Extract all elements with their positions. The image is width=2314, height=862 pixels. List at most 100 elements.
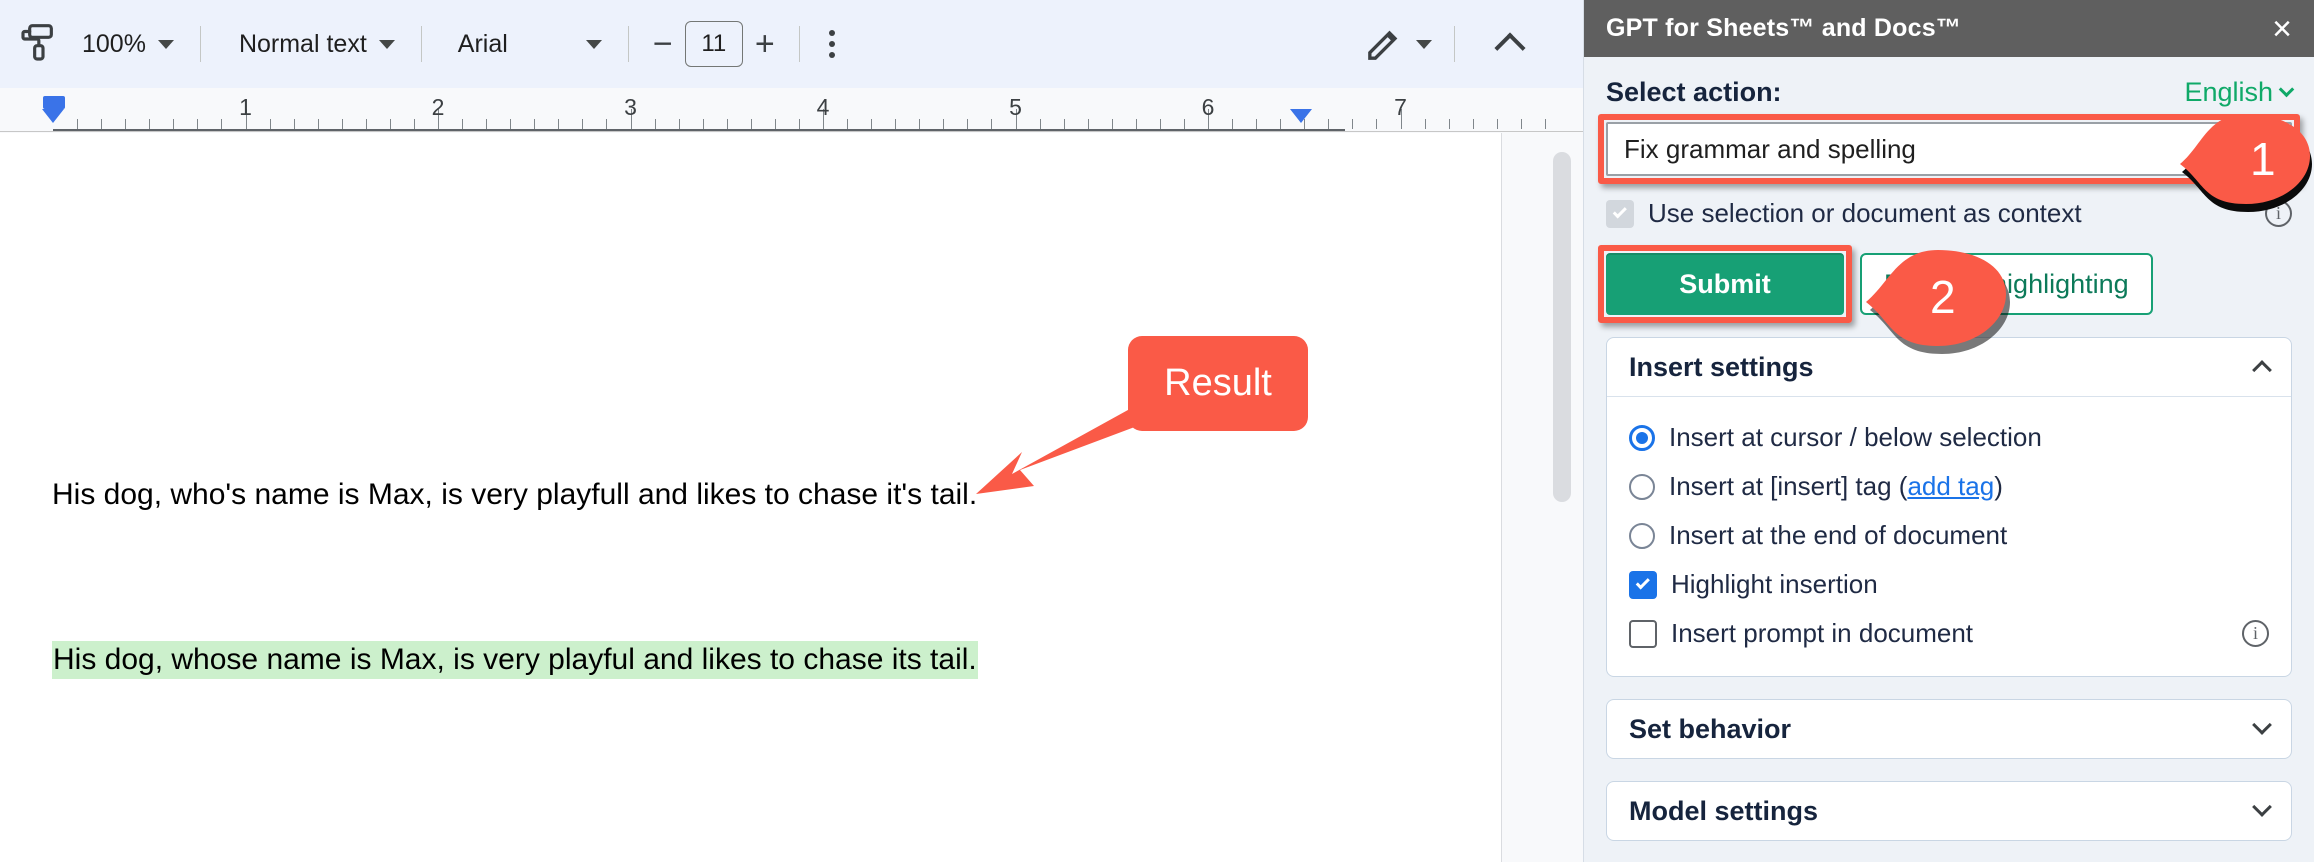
checkbox-insert-prompt[interactable] (1629, 619, 1657, 648)
option-insert-at-tag[interactable]: Insert at [insert] tag (add tag) (1629, 462, 2269, 511)
dot-icon (828, 41, 835, 47)
ruler-tick (702, 119, 704, 129)
zoom-level-button[interactable]: 100% (68, 17, 188, 71)
set-behavior-header[interactable]: Set behavior (1607, 700, 2291, 758)
badge-teardrop-icon (2180, 114, 2312, 212)
insert-settings-title: Insert settings (1629, 351, 1814, 382)
ruler-tick (341, 119, 343, 129)
decrease-font-size-button[interactable]: − (641, 17, 685, 71)
ruler-number: 2 (431, 94, 445, 120)
ruler-tick (919, 119, 921, 129)
submit-button-wrapper: Submit (1598, 245, 1852, 323)
paint-roller-icon[interactable] (8, 17, 68, 71)
ruler-tick (967, 119, 969, 129)
option-insert-at-cursor[interactable]: Insert at cursor / below selection (1629, 413, 2269, 462)
docs-toolbar: 100% Normal text Arial − 11 + (0, 0, 1583, 88)
set-behavior-card: Set behavior (1606, 699, 2292, 759)
insert-settings-body: Insert at cursor / below selection Inser… (1607, 396, 2291, 676)
radio-insert-at-end[interactable] (1629, 522, 1655, 549)
option-label: Insert at [insert] tag (add tag) (1669, 471, 2269, 502)
select-action-label: Select action: (1606, 77, 1782, 107)
chevron-up-icon (2252, 360, 2272, 380)
ruler-tick (1448, 119, 1450, 129)
right-indent-marker[interactable] (1290, 109, 1312, 123)
ruler-tick (1520, 119, 1522, 129)
ruler-number: 1 (239, 94, 252, 120)
ruler-tick (173, 119, 175, 129)
ruler-tick (1472, 119, 1474, 129)
use-context-checkbox[interactable] (1606, 199, 1634, 228)
radio-insert-at-tag[interactable] (1629, 473, 1655, 500)
editing-mode-button[interactable] (1364, 17, 1442, 71)
ruler-number: 7 (1394, 94, 1407, 120)
radio-insert-at-cursor[interactable] (1629, 424, 1655, 451)
ruler-tick (1063, 119, 1065, 129)
ruler-tick (1039, 119, 1041, 129)
option-label: Insert at cursor / below selection (1669, 422, 2042, 452)
option-label: Insert at the end of document (1669, 520, 2008, 550)
font-size-input[interactable]: 11 (684, 21, 743, 67)
more-options-button[interactable] (812, 17, 852, 71)
chevron-down-icon (585, 39, 602, 49)
font-family-value: Arial (457, 29, 508, 58)
result-callout-label: Result (1164, 362, 1272, 404)
document-page[interactable]: His dog, who's name is Max, is very play… (0, 133, 1502, 862)
action-select-value: Fix grammar and spelling (1624, 133, 1916, 164)
ruler-tick (558, 119, 560, 129)
result-callout-box: Result (1128, 336, 1308, 431)
paragraph-style-button[interactable]: Normal text (213, 17, 409, 71)
chevron-down-icon (2278, 81, 2295, 98)
collapse-toolbar-button[interactable] (1467, 17, 1537, 71)
app-root: 100% Normal text Arial − 11 + 1 2 3 4 5 … (0, 0, 2314, 862)
ruler-tick (678, 119, 680, 129)
toolbar-divider (199, 26, 201, 62)
language-value: English (2184, 77, 2273, 107)
option-label-suffix: ) (1994, 471, 2003, 501)
ruler-tick (606, 119, 608, 129)
ruler-tick (1352, 119, 1354, 129)
checkbox-highlight-insertion[interactable] (1629, 570, 1657, 599)
chevron-down-icon (2252, 797, 2272, 817)
document-corrected-sentence: His dog, whose name is Max, is very play… (52, 641, 978, 679)
option-label: Insert prompt in document (1671, 618, 1974, 648)
close-icon[interactable]: × (2272, 12, 2292, 46)
ruler-tick (534, 119, 536, 129)
model-settings-header[interactable]: Model settings (1607, 782, 2291, 840)
ruler-number: 6 (1201, 94, 1215, 120)
first-line-indent-marker[interactable] (43, 96, 65, 109)
ruler-tick (389, 119, 391, 129)
ruler-tick (149, 119, 151, 129)
select-action-row: Select action: English (1606, 77, 2295, 108)
sidebar-header: GPT for Sheets™ and Docs™ × (1584, 0, 2314, 57)
ruler-tick (1183, 119, 1185, 129)
language-selector[interactable]: English (2184, 77, 2295, 108)
ruler-tick (413, 119, 415, 129)
ruler-tick (726, 119, 728, 129)
ruler-track (53, 129, 1345, 131)
document-ruler[interactable]: 1 2 3 4 5 6 7 (0, 88, 1583, 132)
ruler-tick (847, 119, 849, 129)
ruler-tick (293, 119, 295, 129)
increase-font-size-button[interactable]: + (743, 17, 787, 71)
left-indent-marker[interactable] (42, 109, 64, 123)
toolbar-divider (798, 26, 800, 62)
ruler-tick (1135, 119, 1137, 129)
ruler-tick (269, 119, 271, 129)
ruler-tick (1087, 119, 1089, 129)
ruler-tick (197, 119, 199, 129)
submit-button[interactable]: Submit (1606, 253, 1844, 315)
pencil-icon (1368, 30, 1398, 60)
toolbar-divider (420, 26, 422, 62)
option-highlight-insertion[interactable]: Highlight insertion (1629, 560, 2269, 609)
option-insert-prompt[interactable]: Insert prompt in document i (1629, 609, 2269, 658)
vertical-scrollbar[interactable] (1553, 152, 1571, 502)
toolbar-right-group (1364, 0, 1537, 88)
info-icon[interactable]: i (2242, 620, 2269, 647)
option-insert-at-end[interactable]: Insert at the end of document (1629, 511, 2269, 560)
ruler-number: 5 (1009, 94, 1022, 120)
font-family-button[interactable]: Arial (434, 17, 616, 71)
ruler-tick (1496, 119, 1498, 129)
add-tag-link[interactable]: add tag (1907, 471, 1994, 501)
ruler-tick (510, 119, 512, 129)
option-label-text: Insert at [insert] tag ( (1669, 471, 1908, 501)
